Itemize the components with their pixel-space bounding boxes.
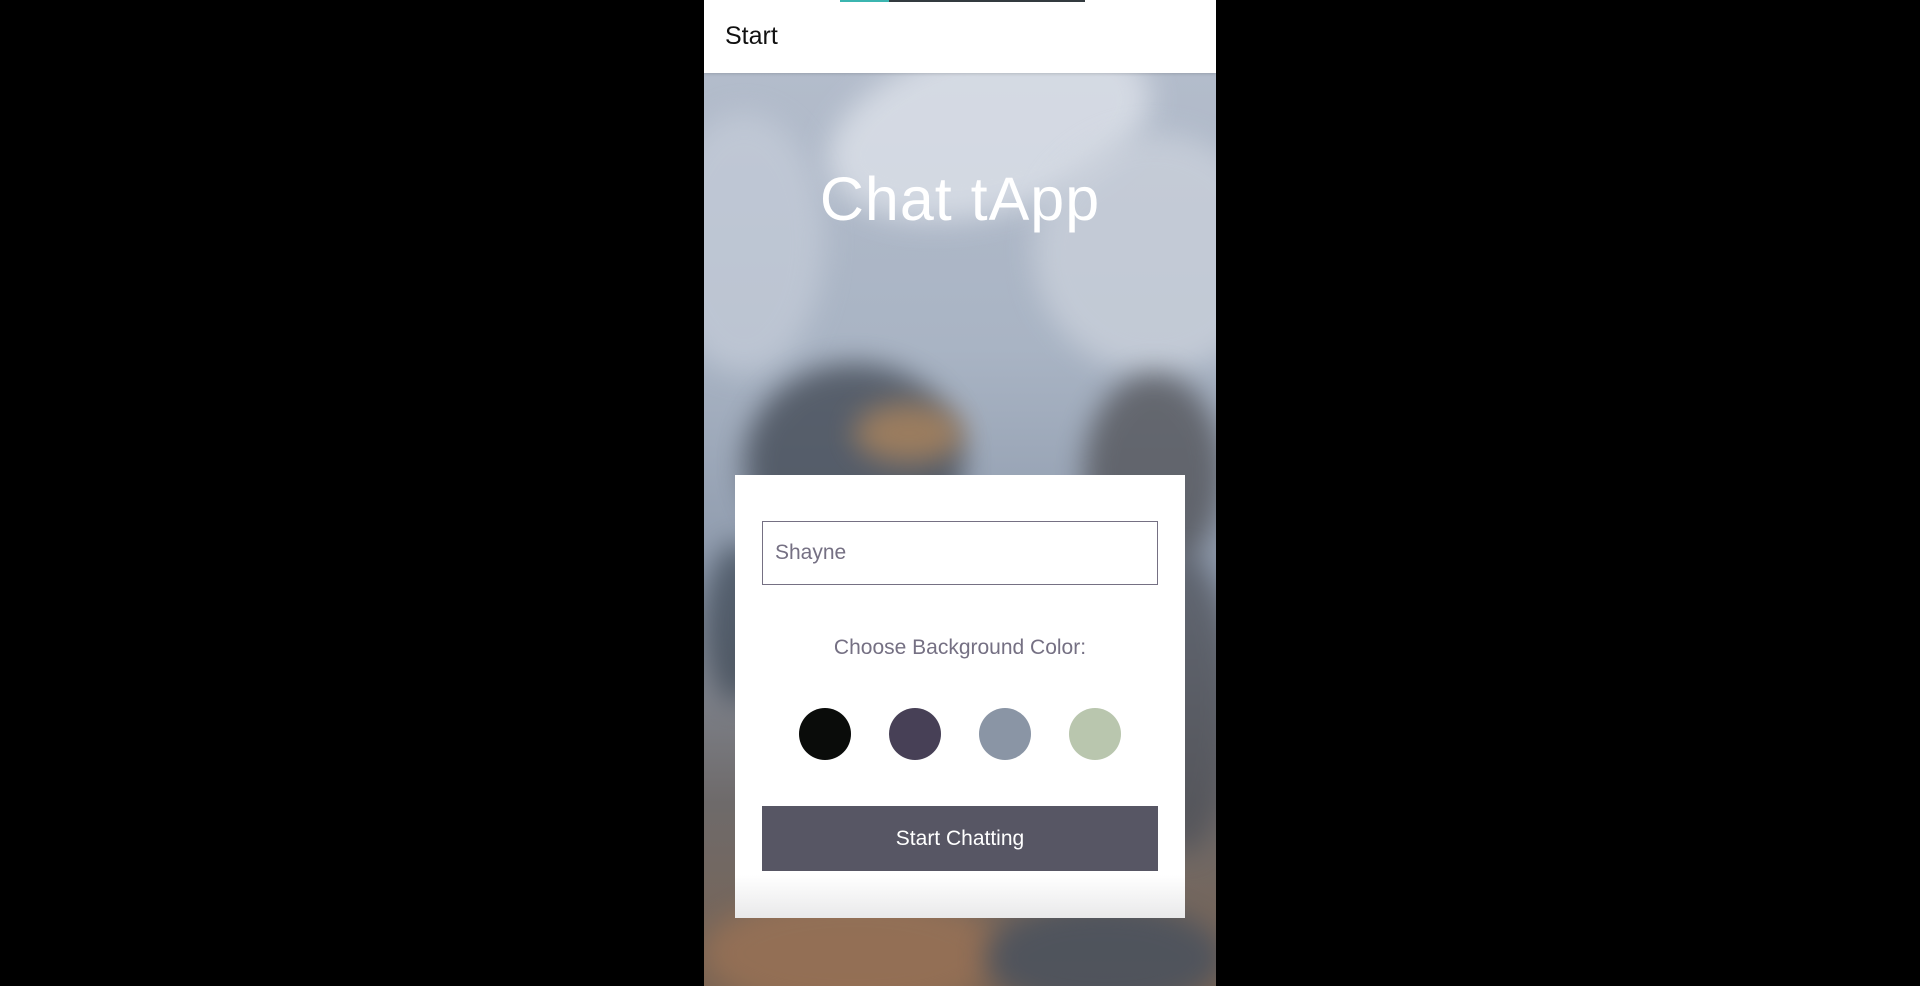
color-swatch-dark-purple[interactable]: [889, 708, 941, 760]
color-swatch-black[interactable]: [799, 708, 851, 760]
color-swatch-sage-green[interactable]: [1069, 708, 1121, 760]
color-choice-label: Choose Background Color:: [833, 636, 1087, 659]
card-bottom-shade: [735, 875, 1185, 918]
screen: Chat tApp Start Choose Background Color:…: [0, 0, 1920, 986]
app-title: Chat tApp: [819, 165, 1101, 233]
app-header: Start: [704, 0, 1216, 73]
color-swatch-gray-blue[interactable]: [979, 708, 1031, 760]
name-input[interactable]: [762, 521, 1158, 585]
start-chatting-button[interactable]: Start Chatting: [762, 806, 1158, 871]
loading-progress-bar: [840, 0, 1085, 2]
loading-progress-fill: [840, 0, 889, 2]
page-title: Start: [725, 22, 778, 50]
start-form-card: Choose Background Color: Start Chatting: [735, 475, 1185, 918]
app-window: Chat tApp Start Choose Background Color:…: [704, 0, 1216, 986]
